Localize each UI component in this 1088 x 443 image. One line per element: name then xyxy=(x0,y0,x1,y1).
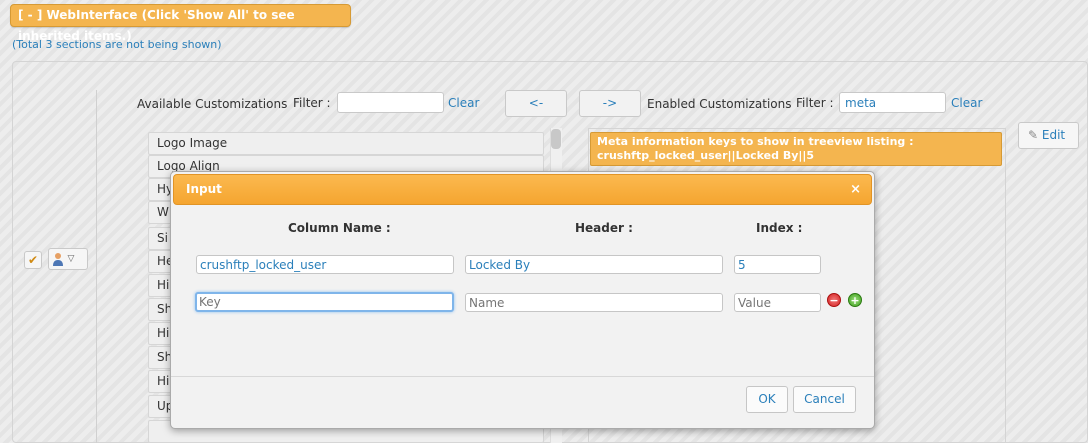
section-header[interactable]: [ - ] WebInterface (Click 'Show All' to … xyxy=(10,4,351,43)
user-select-button[interactable]: ▽ xyxy=(48,248,88,270)
header-column-header: Header : xyxy=(575,221,633,235)
add-icon[interactable]: + xyxy=(848,293,862,307)
enabled-item-line1: Meta information keys to show in treevie… xyxy=(597,135,914,148)
enabled-clear-link[interactable]: Clear xyxy=(951,96,982,110)
column-name-header: Column Name : xyxy=(288,221,391,235)
close-icon[interactable]: × xyxy=(850,175,861,204)
hidden-sections-note: (Total 3 sections are not being shown) xyxy=(12,38,222,51)
dialog-footer-divider xyxy=(171,376,874,377)
available-clear-link[interactable]: Clear xyxy=(448,96,479,110)
name-input[interactable] xyxy=(465,293,723,312)
edit-button[interactable]: ✎ Edit xyxy=(1018,122,1079,149)
cancel-button[interactable]: Cancel xyxy=(793,386,856,413)
remove-icon[interactable]: − xyxy=(827,293,841,307)
move-left-button[interactable]: <- xyxy=(505,90,567,117)
triangle-down-icon: ▽ xyxy=(67,254,75,264)
value-input[interactable] xyxy=(734,293,821,312)
enabled-item-line2: crushftp_locked_user||Locked By||5 xyxy=(597,149,815,162)
available-label: Available Customizations xyxy=(137,97,288,111)
available-filter-label: Filter : xyxy=(293,96,331,110)
move-right-button[interactable]: -> xyxy=(579,90,641,117)
dialog-title: Input xyxy=(186,182,222,196)
pencil-icon: ✎ xyxy=(1028,128,1039,142)
input-dialog: Input × Column Name : Header : Index : −… xyxy=(170,171,875,429)
ok-button[interactable]: OK xyxy=(746,386,788,413)
index-column-header: Index : xyxy=(756,221,803,235)
available-filter-input[interactable] xyxy=(337,92,444,113)
available-scroll-thumb[interactable] xyxy=(551,129,561,149)
user-icon xyxy=(52,252,64,266)
enable-checkbox[interactable]: ✔ xyxy=(24,251,42,269)
key-input[interactable] xyxy=(195,292,454,312)
edit-label: Edit xyxy=(1041,128,1066,142)
checkmark-icon: ✔ xyxy=(27,253,39,267)
enabled-label: Enabled Customizations xyxy=(647,97,792,111)
index-input[interactable] xyxy=(734,255,821,274)
enabled-list-item[interactable]: Meta information keys to show in treevie… xyxy=(590,132,1002,166)
header-input[interactable] xyxy=(465,255,723,274)
enabled-filter-label: Filter : xyxy=(796,96,834,110)
list-item[interactable]: Logo Image xyxy=(148,132,544,155)
enabled-filter-input[interactable] xyxy=(839,92,946,113)
column-name-input[interactable] xyxy=(196,255,454,274)
panel-divider xyxy=(96,90,97,443)
dialog-header: Input × xyxy=(173,174,872,205)
